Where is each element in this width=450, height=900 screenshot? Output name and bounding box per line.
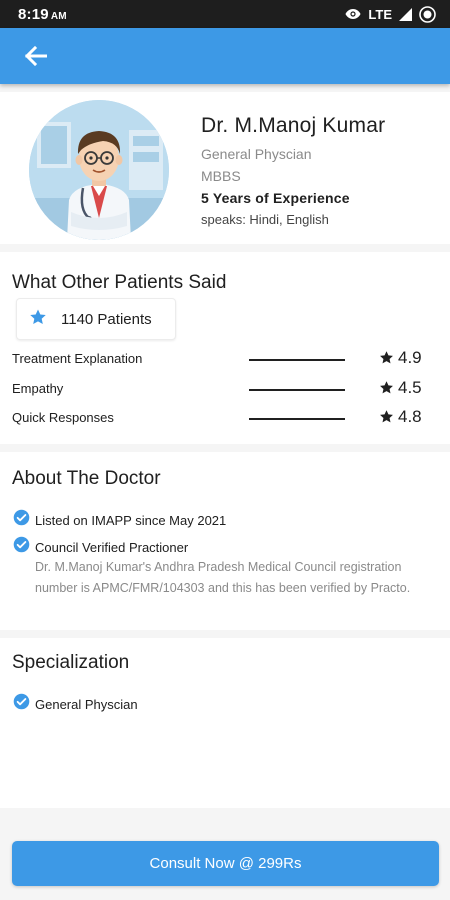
app-bar xyxy=(0,28,450,84)
listed-item: Listed on IMAPP since May 2021 xyxy=(13,509,226,531)
specialization-card: Specialization General Physcian xyxy=(0,638,450,808)
lte-signal-icon xyxy=(399,7,412,21)
doctor-name: Dr. M.Manoj Kumar xyxy=(201,114,386,137)
star-icon xyxy=(379,409,394,429)
star-icon xyxy=(379,350,394,370)
about-title: About The Doctor xyxy=(12,468,161,489)
verified-item: Council Verified Practioner xyxy=(13,536,188,558)
rating-label: Quick Responses xyxy=(12,410,114,425)
status-time-value: 8:19 xyxy=(18,5,49,23)
rating-label: Treatment Explanation xyxy=(12,351,143,366)
status-icons: LTE xyxy=(345,5,436,23)
verified-text: Council Verified Practioner xyxy=(35,539,189,555)
arrow-left-icon[interactable] xyxy=(22,42,50,70)
star-icon xyxy=(379,380,394,400)
consult-now-button[interactable]: Consult Now @ 299Rs xyxy=(12,841,439,886)
reviews-title: What Other Patients Said xyxy=(12,272,227,293)
doctor-profile-card: Dr. M.Manoj Kumar General Physcian MBBS … xyxy=(0,92,450,244)
listed-text: Listed on IMAPP since May 2021 xyxy=(35,512,227,528)
status-time: 8:19 AM xyxy=(18,6,67,23)
rating-row-empathy: Empathy 4.5 xyxy=(12,378,432,401)
check-circle-icon xyxy=(13,536,30,558)
patients-count-chip: 1140 Patients xyxy=(16,298,176,340)
status-time-ampm: AM xyxy=(50,10,67,22)
status-bar: 8:19 AM LTE xyxy=(0,0,450,28)
doctor-degree: MBBS xyxy=(201,168,241,184)
rating-row-treatment: Treatment Explanation 4.9 xyxy=(12,348,432,371)
rating-value: 4.8 xyxy=(398,407,422,426)
specialization-text: General Physcian xyxy=(35,696,138,712)
eye-icon xyxy=(345,8,361,20)
check-circle-icon xyxy=(13,509,30,531)
lte-label: LTE xyxy=(368,6,392,22)
specialization-item: General Physcian xyxy=(13,693,138,715)
rating-row-quick-responses: Quick Responses 4.8 xyxy=(12,407,432,430)
doctor-avatar xyxy=(29,100,169,240)
doctor-specialty: General Physcian xyxy=(201,146,312,162)
patient-reviews-card: What Other Patients Said 1140 Patients T… xyxy=(0,252,450,444)
rating-bar xyxy=(249,389,345,391)
rating-bar xyxy=(249,418,345,420)
patients-count: 1140 Patients xyxy=(61,310,152,328)
rating-bar xyxy=(249,359,345,361)
star-icon xyxy=(29,308,47,331)
rating-label: Empathy xyxy=(12,381,64,396)
check-circle-icon xyxy=(13,693,30,715)
battery-icon xyxy=(419,5,436,23)
rating-value: 4.9 xyxy=(398,348,422,367)
doctor-experience: 5 Years of Experience xyxy=(201,190,350,206)
about-description: Dr. M.Manoj Kumar's Andhra Pradesh Medic… xyxy=(35,560,411,595)
about-doctor-card: About The Doctor Listed on IMAPP since M… xyxy=(0,452,450,630)
specialization-title: Specialization xyxy=(12,652,130,673)
rating-value: 4.5 xyxy=(398,378,422,397)
doctor-languages: speaks: Hindi, English xyxy=(201,212,329,227)
